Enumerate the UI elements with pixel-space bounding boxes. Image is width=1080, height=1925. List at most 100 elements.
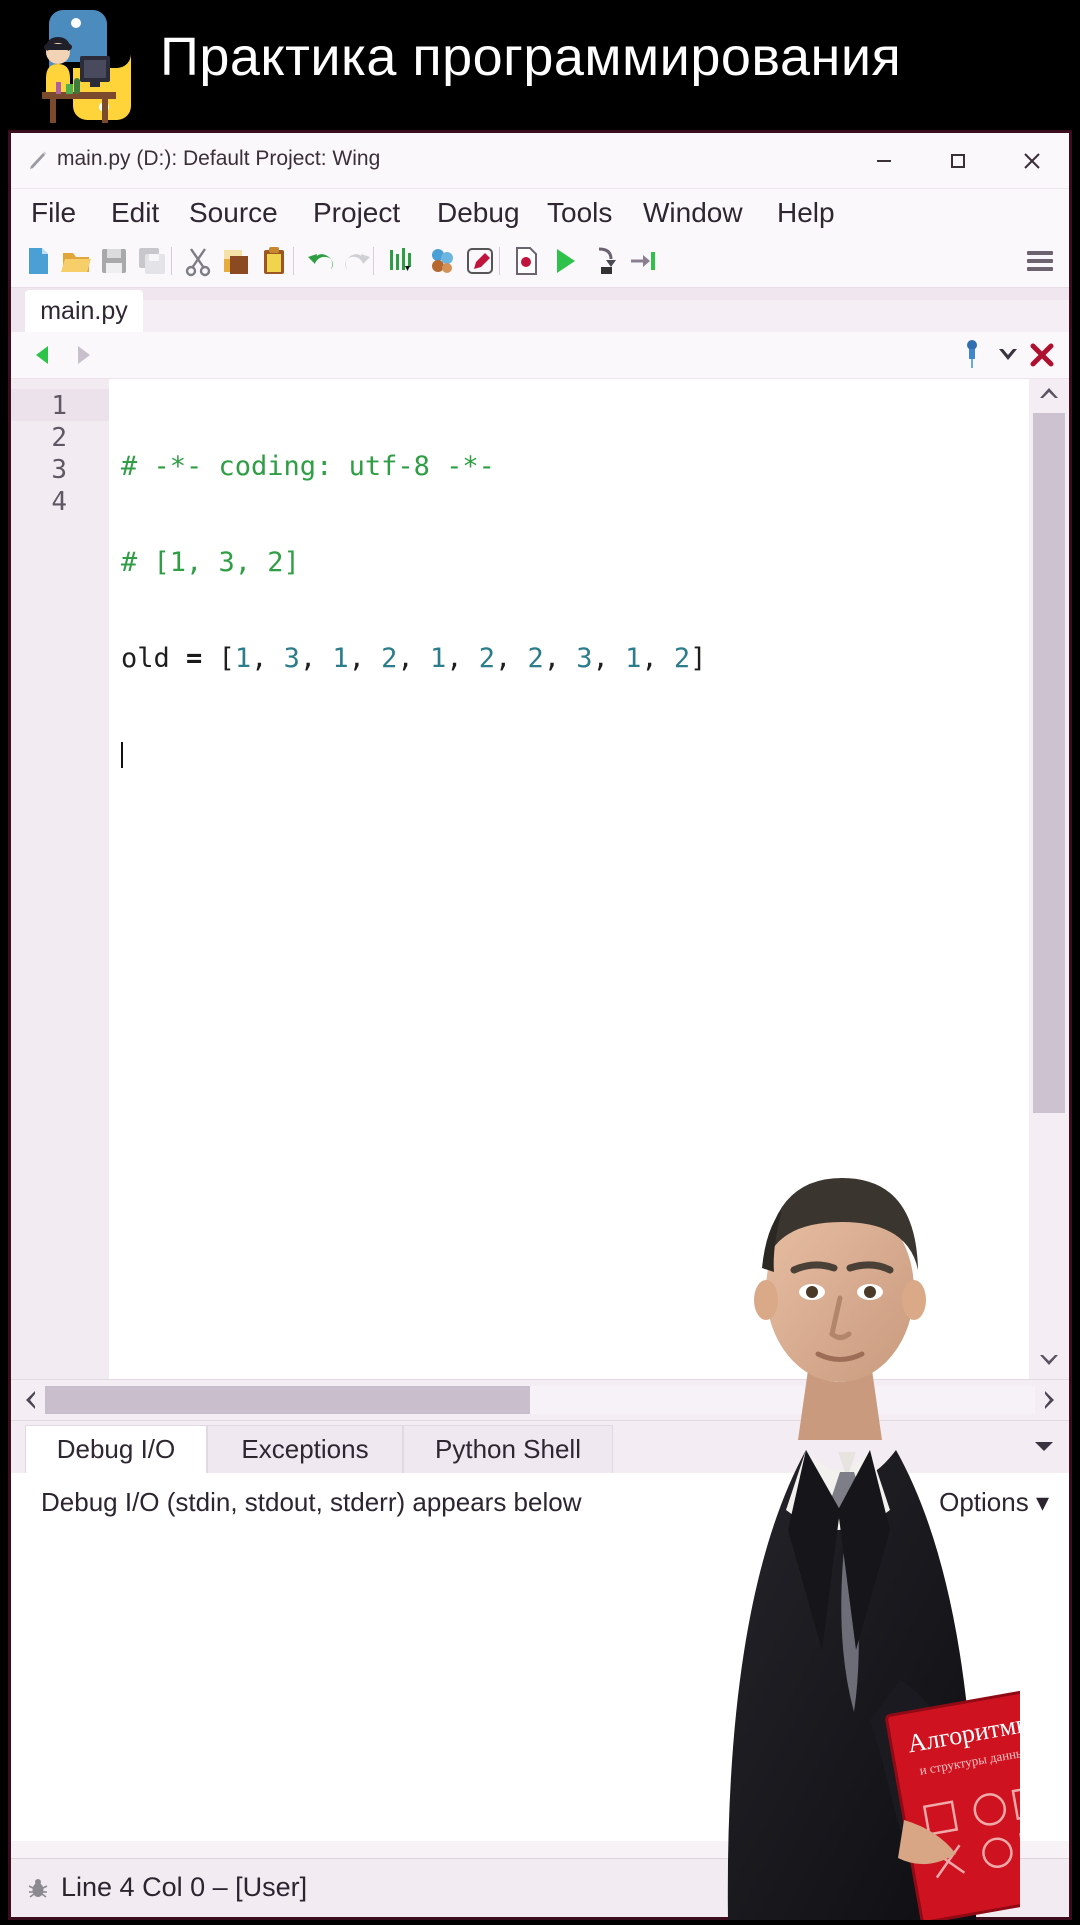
- code-comment: # -*- coding: utf-8 -*-: [121, 451, 495, 482]
- pin-icon[interactable]: [959, 338, 985, 370]
- indent-guides-icon[interactable]: [383, 244, 417, 278]
- code-token: ]: [690, 643, 707, 674]
- tab-strip-filler: [143, 300, 1069, 332]
- options-label: Options: [939, 1487, 1029, 1517]
- editor-nav-row: [11, 332, 1069, 379]
- menu-debug[interactable]: Debug: [431, 195, 526, 231]
- code-token: ,: [494, 643, 528, 674]
- editor-vertical-scrollbar[interactable]: [1029, 379, 1069, 1379]
- menu-bar: File Edit Source Project Debug Tools Win…: [11, 189, 1069, 237]
- debug-io-body[interactable]: Debug I/O (stdin, stdout, stderr) appear…: [11, 1473, 1069, 1841]
- code-token: 2: [527, 643, 544, 674]
- channel-banner: Практика программирования: [0, 0, 1080, 130]
- step-into-icon[interactable]: [589, 244, 623, 278]
- line-number: 2: [51, 423, 67, 453]
- breakpoint-file-icon[interactable]: [509, 244, 543, 278]
- line-number-gutter: 1 2 3 4: [11, 379, 109, 1379]
- toolbar-separator-2: [293, 247, 294, 275]
- code-token: ,: [641, 643, 674, 674]
- save-icon[interactable]: [97, 244, 131, 278]
- debug-config-icon[interactable]: [463, 244, 497, 278]
- debug-io-hint: Debug I/O (stdin, stdout, stderr) appear…: [41, 1487, 582, 1517]
- editor-tab-strip: main.py: [11, 288, 1069, 332]
- code-token: 2: [673, 643, 691, 674]
- maximize-button[interactable]: [921, 133, 995, 188]
- banner-title: Практика программирования: [160, 27, 902, 87]
- menu-source[interactable]: Source: [183, 195, 284, 231]
- minimize-button[interactable]: [847, 133, 921, 188]
- code-token: 1: [625, 643, 642, 674]
- cursor-position-status: Line 4 Col 0 – [User]: [61, 1872, 308, 1902]
- code-token: [: [202, 643, 235, 674]
- status-bar: Line 4 Col 0 – [User]: [11, 1858, 1069, 1917]
- horizontal-scroll-thumb[interactable]: [45, 1386, 530, 1414]
- options-dropdown[interactable]: Options ▾: [939, 1487, 1049, 1518]
- line-number: 4: [51, 487, 67, 517]
- code-line-2: # [1, 3, 2]: [121, 547, 1025, 579]
- title-bar: main.py (D:): Default Project: Wing: [11, 133, 1069, 189]
- wing-ide-window: main.py (D:): Default Project: Wing File…: [8, 130, 1072, 1920]
- python-package-icon[interactable]: [425, 244, 459, 278]
- tab-main-py[interactable]: main.py: [25, 290, 143, 332]
- bottom-tab-strip: Debug I/O Exceptions Python Shell: [11, 1421, 1069, 1473]
- close-x-icon[interactable]: [1027, 340, 1057, 375]
- menu-project[interactable]: Project: [307, 195, 406, 231]
- code-token: ,: [299, 643, 333, 674]
- arrow-right-icon: [69, 341, 97, 374]
- paste-icon[interactable]: [257, 244, 291, 278]
- redo-icon: [341, 244, 375, 278]
- chevron-left-icon[interactable]: [21, 1388, 41, 1417]
- vertical-scroll-thumb[interactable]: [1033, 413, 1065, 1113]
- code-line-3: old = [1, 3, 1, 2, 1, 2, 2, 3, 1, 2]: [121, 643, 1025, 675]
- line-number: 3: [51, 455, 67, 485]
- python-logo-person-icon: [30, 4, 150, 126]
- caret-down-icon[interactable]: [1033, 1439, 1055, 1458]
- undo-icon[interactable]: [303, 244, 337, 278]
- chevron-down-icon[interactable]: [1037, 1350, 1061, 1375]
- code-token: ,: [543, 643, 577, 674]
- editor-horizontal-scrollbar[interactable]: [11, 1379, 1069, 1420]
- arrow-left-icon[interactable]: [29, 341, 57, 374]
- open-folder-icon[interactable]: [59, 244, 93, 278]
- bug-icon: [25, 1875, 51, 1901]
- code-token: 1: [429, 643, 447, 674]
- menu-tools[interactable]: Tools: [541, 195, 618, 231]
- code-token: 3: [283, 643, 300, 674]
- code-editor[interactable]: 1 2 3 4 # -*- coding: utf-8 -*- # [1, 3,…: [11, 379, 1069, 1379]
- copy-icon[interactable]: [219, 244, 253, 278]
- wing-pencil-icon: [27, 150, 49, 172]
- new-file-icon[interactable]: [21, 244, 55, 278]
- chevron-down-icon[interactable]: [995, 344, 1021, 371]
- code-token: old: [121, 643, 187, 674]
- toolbar-separator-3: [373, 247, 374, 275]
- tab-exceptions[interactable]: Exceptions: [207, 1425, 403, 1473]
- line-number: 1: [51, 391, 67, 421]
- code-token: 2: [478, 643, 495, 674]
- chevron-up-icon[interactable]: [1037, 383, 1061, 408]
- code-token: 2: [381, 643, 398, 674]
- bottom-panel: Debug I/O Exceptions Python Shell Debug …: [11, 1420, 1069, 1841]
- tab-debug-io[interactable]: Debug I/O: [25, 1425, 207, 1473]
- toolbar-separator-4: [499, 247, 500, 275]
- code-token: ,: [592, 643, 626, 674]
- run-icon[interactable]: [547, 244, 581, 278]
- hamburger-menu-icon[interactable]: [1027, 251, 1053, 271]
- code-token: 3: [576, 643, 593, 674]
- text-cursor: [121, 742, 123, 768]
- code-text-area[interactable]: # -*- coding: utf-8 -*- # [1, 3, 2] old …: [121, 379, 1025, 1379]
- menu-file[interactable]: File: [25, 195, 82, 231]
- code-token: ,: [446, 643, 479, 674]
- screen-root: Практика программирования main.py (D:): …: [0, 0, 1080, 1924]
- code-line-4: [121, 739, 1025, 771]
- menu-help[interactable]: Help: [771, 195, 841, 231]
- tab-python-shell[interactable]: Python Shell: [403, 1425, 613, 1473]
- cut-icon[interactable]: [181, 244, 215, 278]
- menu-edit[interactable]: Edit: [105, 195, 165, 231]
- caret-down-icon: ▾: [1035, 1487, 1049, 1517]
- chevron-right-icon[interactable]: [1039, 1388, 1059, 1417]
- code-token: 1: [234, 643, 252, 674]
- close-button[interactable]: [995, 133, 1069, 188]
- menu-window[interactable]: Window: [637, 195, 749, 231]
- step-over-icon[interactable]: [625, 244, 659, 278]
- save-all-icon[interactable]: [135, 244, 169, 278]
